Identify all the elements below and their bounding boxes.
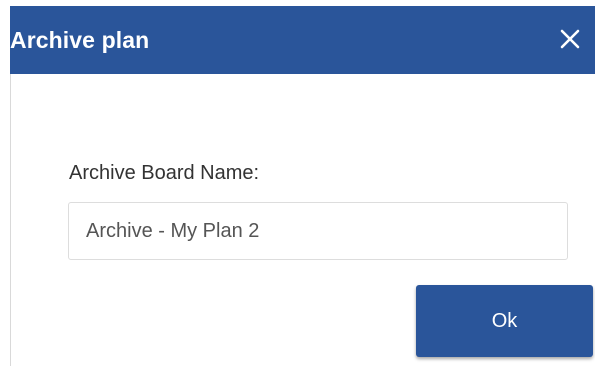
close-icon[interactable] [559, 28, 581, 50]
dialog-title: Archive plan [10, 27, 150, 53]
dialog-left-border [10, 74, 11, 366]
archive-board-name-input[interactable] [68, 202, 568, 260]
ok-button[interactable]: Ok [416, 285, 593, 357]
archive-plan-dialog: Archive plan Archive Board Name: Ok [0, 0, 595, 366]
dialog-titlebar: Archive plan [10, 6, 595, 74]
archive-board-name-label: Archive Board Name: [69, 162, 260, 184]
